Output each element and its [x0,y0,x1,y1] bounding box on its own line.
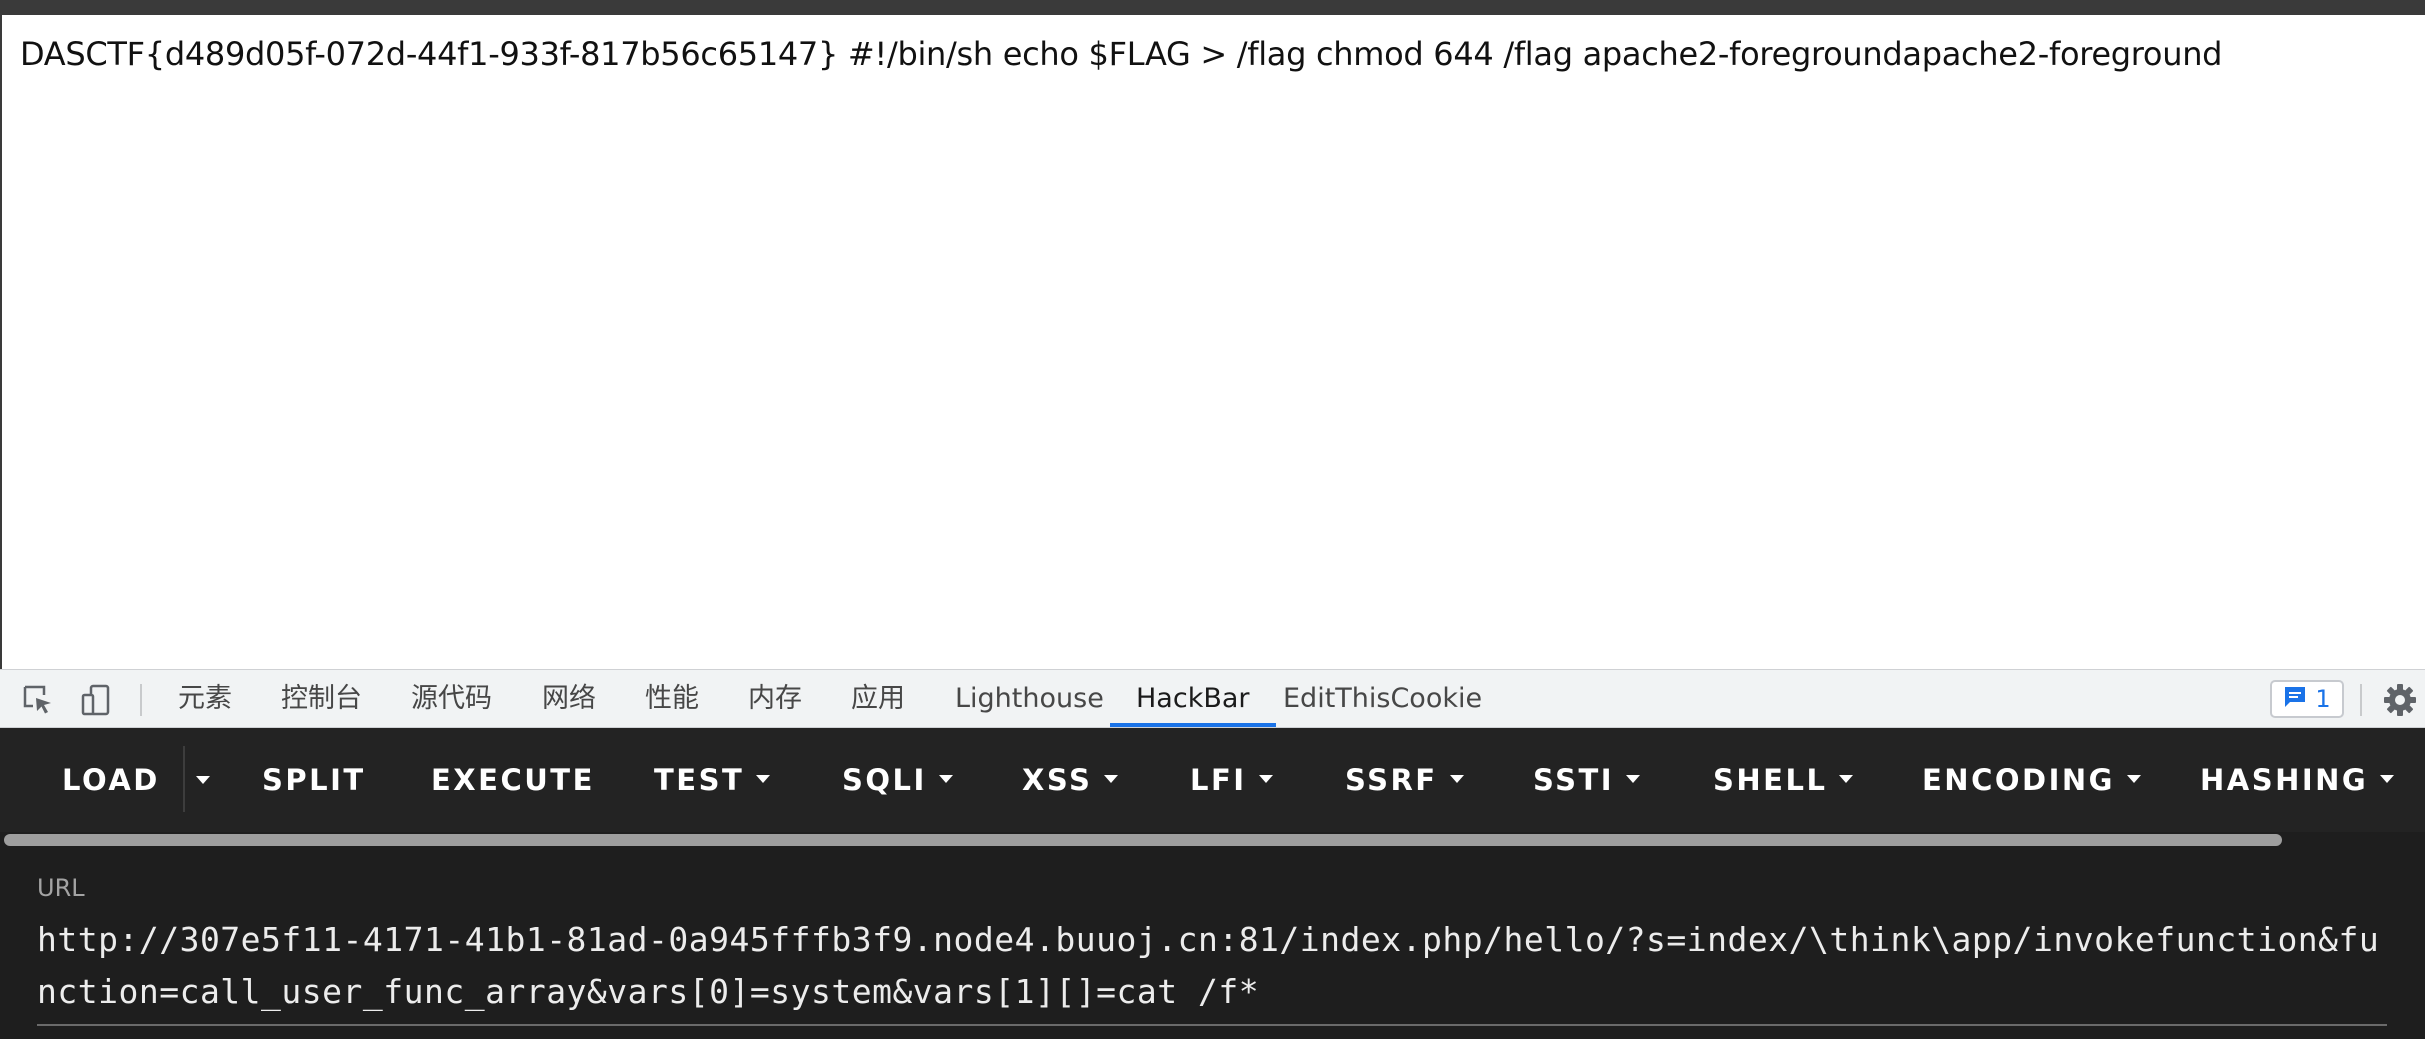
issues-badge[interactable]: 1 [2270,680,2344,718]
tab-console[interactable]: 控制台 [281,670,362,727]
hashing-menu-button[interactable]: HASHING [2200,754,2395,806]
test-menu-button[interactable]: TEST [654,754,771,806]
xss-label: XSS [1022,763,1093,797]
sqli-menu-button[interactable]: SQLI [842,754,953,806]
load-dropdown-icon[interactable] [196,776,210,784]
chevron-down-icon [1258,775,1273,783]
gear-icon[interactable] [2382,682,2418,718]
chevron-down-icon [1839,775,1854,783]
tab-hackbar[interactable]: HackBar [1110,670,1275,727]
tab-sources[interactable]: 源代码 [411,670,492,727]
tab-editthiscookie[interactable]: EditThisCookie [1283,670,1482,727]
chevron-down-icon [1626,775,1641,783]
url-input[interactable]: http://307e5f11-4171-41b1-81ad-0a945fffb… [37,914,2387,1011]
page-content: DASCTF{d489d05f-072d-44f1-933f-817b56c65… [0,15,2425,669]
device-toolbar-icon[interactable] [80,684,112,716]
chevron-down-icon [938,775,953,783]
hashing-label: HASHING [2200,763,2369,797]
tab-elements[interactable]: 元素 [178,670,232,727]
split-button[interactable]: SPLIT [262,754,366,806]
toolbar-divider [2360,684,2362,716]
chevron-down-icon [2380,775,2395,783]
browser-top-strip [0,0,2425,15]
chevron-down-icon [1449,775,1464,783]
tab-application[interactable]: 应用 [851,670,905,727]
load-divider [183,746,185,812]
chevron-down-icon [756,775,771,783]
test-label: TEST [654,763,745,797]
ssti-menu-button[interactable]: SSTI [1533,754,1641,806]
sqli-label: SQLI [842,763,927,797]
hackbar-panel: LOAD SPLIT EXECUTE TEST SQLI XSS LFI SSR… [0,728,2425,1039]
ssti-label: SSTI [1533,763,1615,797]
tab-memory[interactable]: 内存 [748,670,802,727]
toolbar-divider [140,684,142,716]
page-output-text: DASCTF{d489d05f-072d-44f1-933f-817b56c65… [20,35,2223,73]
encoding-menu-button[interactable]: ENCODING [1922,754,2141,806]
url-label: URL [37,874,85,902]
shell-label: SHELL [1713,763,1828,797]
shell-menu-button[interactable]: SHELL [1713,754,1854,806]
tab-lighthouse[interactable]: Lighthouse [955,670,1104,727]
hackbar-toolbar: LOAD SPLIT EXECUTE TEST SQLI XSS LFI SSR… [0,728,2425,832]
ssrf-menu-button[interactable]: SSRF [1345,754,1464,806]
toolbar-scrollbar[interactable] [4,834,2282,846]
tab-network[interactable]: 网络 [542,670,596,727]
execute-button[interactable]: EXECUTE [431,754,595,806]
issues-message-icon [2283,685,2307,714]
url-input-underline [37,1024,2387,1026]
encoding-label: ENCODING [1922,763,2115,797]
inspect-element-icon[interactable] [22,684,54,716]
xss-menu-button[interactable]: XSS [1022,754,1119,806]
lfi-label: LFI [1190,763,1247,797]
tab-performance[interactable]: 性能 [645,670,699,727]
ssrf-label: SSRF [1345,763,1438,797]
load-button[interactable]: LOAD [62,754,160,806]
chevron-down-icon [1104,775,1119,783]
chevron-down-icon [2126,775,2141,783]
issues-count: 1 [2315,685,2331,713]
lfi-menu-button[interactable]: LFI [1190,754,1273,806]
devtools-tab-bar: 元素 控制台 源代码 网络 性能 内存 应用 Lighthouse HackBa… [0,669,2425,728]
